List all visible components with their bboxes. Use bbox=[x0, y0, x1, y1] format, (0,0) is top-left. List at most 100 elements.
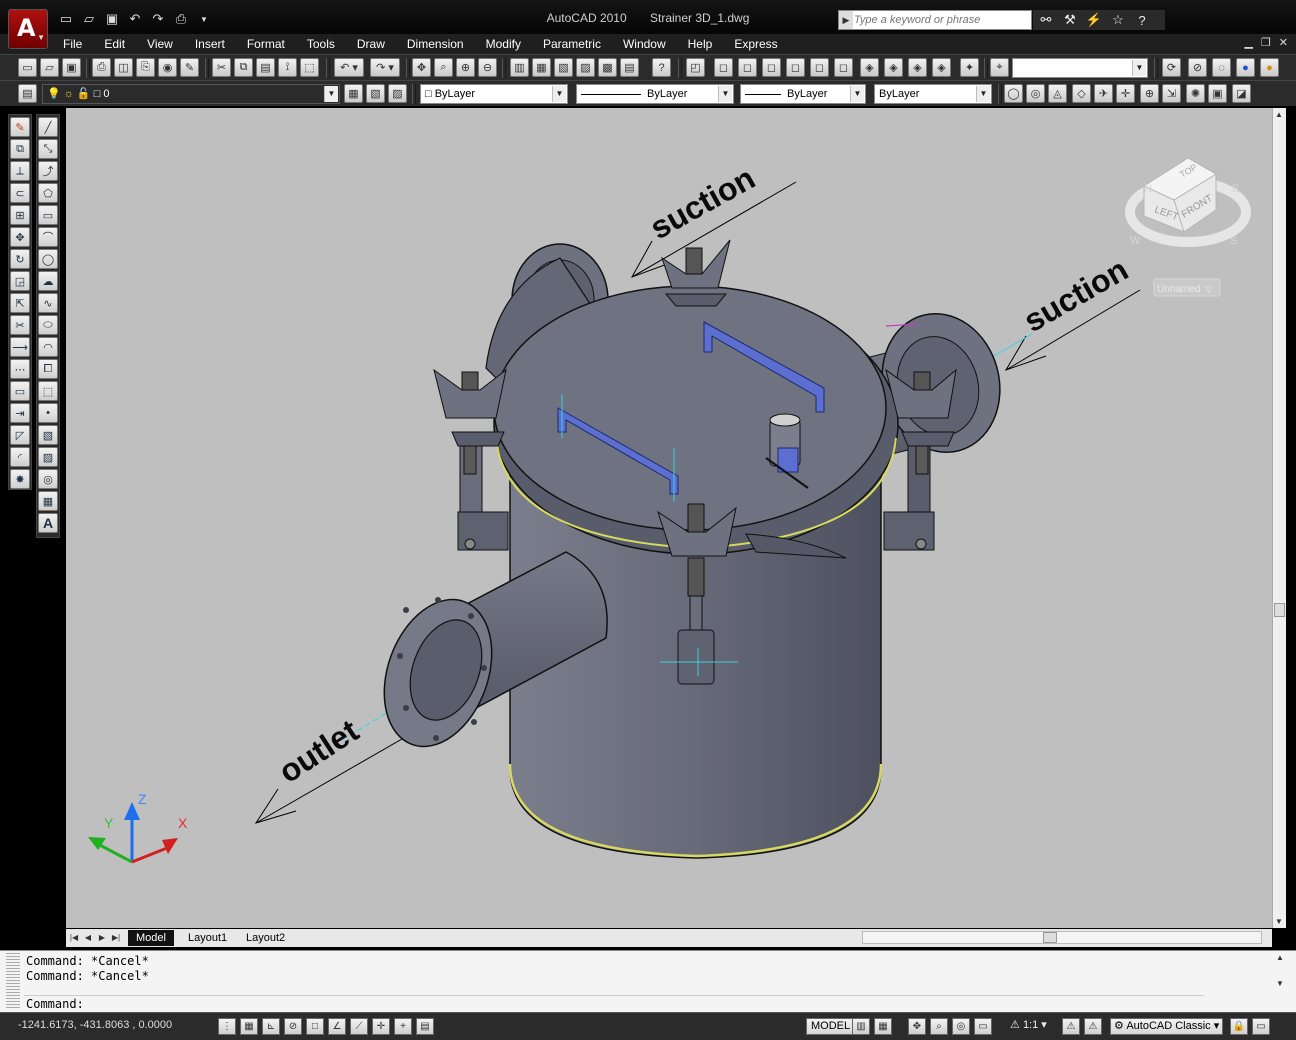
cut-icon[interactable]: ✂ bbox=[212, 58, 231, 77]
construction-line-icon[interactable]: ⤡ bbox=[38, 139, 58, 159]
clean-screen-icon[interactable]: ▭ bbox=[1252, 1018, 1270, 1035]
tab-layout1[interactable]: Layout1 bbox=[180, 930, 235, 946]
menu-modify[interactable]: Modify bbox=[475, 36, 532, 52]
extend-icon[interactable]: ⟶ bbox=[10, 337, 30, 357]
block-editor-icon[interactable]: ⬚ bbox=[300, 58, 319, 77]
model-space-button[interactable]: MODEL bbox=[806, 1018, 856, 1035]
allow-dynamic-ucs-icon[interactable]: ⟋ bbox=[350, 1018, 368, 1035]
showmotion-icon[interactable]: ▭ bbox=[974, 1018, 992, 1035]
linetype-combo[interactable]: ByLayer ▼ bbox=[576, 84, 734, 104]
menu-help[interactable]: Help bbox=[677, 36, 724, 52]
paste-icon[interactable]: ▤ bbox=[256, 58, 275, 77]
zoom-window-icon[interactable]: ⊕ bbox=[456, 58, 475, 77]
command-scrollbar[interactable]: ▲ ▼ bbox=[1276, 953, 1288, 993]
free-orbit-icon[interactable]: ◎ bbox=[1026, 84, 1045, 103]
view-back-icon[interactable]: ◻ bbox=[834, 58, 853, 77]
communication-center-icon[interactable]: ⚡ bbox=[1085, 12, 1103, 28]
ucs-world-icon[interactable]: ⌖ bbox=[990, 58, 1009, 77]
arc-icon[interactable]: ⌒ bbox=[38, 227, 58, 247]
cursor-coordinates[interactable]: -1241.6173, -431.8063 , 0.0000 bbox=[18, 1019, 172, 1031]
restore-icon[interactable]: ❐ bbox=[1261, 36, 1271, 49]
compass-west[interactable]: W bbox=[1130, 235, 1141, 247]
annotation-visibility-icon[interactable]: ⚠ bbox=[1062, 1018, 1080, 1035]
break-at-point-icon[interactable]: ⋯ bbox=[10, 359, 30, 379]
region-icon[interactable]: ◎ bbox=[38, 469, 58, 489]
view-front-icon[interactable]: ◻ bbox=[810, 58, 829, 77]
polygon-icon[interactable]: ⬠ bbox=[38, 183, 58, 203]
plotstyle-combo[interactable]: ByLayer ▼ bbox=[874, 84, 992, 104]
horizontal-scrollbar[interactable] bbox=[862, 931, 1262, 944]
ellipse-arc-icon[interactable]: ◠ bbox=[38, 337, 58, 357]
insert-block-icon[interactable]: ⧠ bbox=[38, 359, 58, 379]
match-properties-icon[interactable]: ⟟ bbox=[278, 58, 297, 77]
compass-north[interactable]: N bbox=[1144, 183, 1152, 195]
view-left-icon[interactable]: ◻ bbox=[762, 58, 781, 77]
menu-draw[interactable]: Draw bbox=[346, 36, 396, 52]
layer-previous-icon[interactable]: ▧ bbox=[366, 84, 385, 103]
quick-view-layouts-icon[interactable]: ▥ bbox=[852, 1018, 870, 1035]
binoculars-icon[interactable]: ⚯ bbox=[1037, 12, 1055, 28]
polar-tracking-icon[interactable]: ⊘ bbox=[284, 1018, 302, 1035]
publish-icon[interactable]: ⎘ bbox=[136, 58, 155, 77]
explode-icon[interactable]: ✸ bbox=[10, 469, 30, 489]
object-snap-icon[interactable]: □ bbox=[306, 1018, 324, 1035]
erase-icon[interactable]: ✎ bbox=[10, 117, 30, 137]
lights-icon[interactable]: ✺ bbox=[1186, 84, 1205, 103]
break-icon[interactable]: ▭ bbox=[10, 381, 30, 401]
point-icon[interactable]: • bbox=[38, 403, 58, 423]
auto-scale-icon[interactable]: ⚠ bbox=[1084, 1018, 1102, 1035]
qnew-icon[interactable]: ▭ bbox=[18, 58, 37, 77]
next-tab-icon[interactable]: ▶ bbox=[96, 931, 108, 944]
lineweight-toggle-icon[interactable]: + bbox=[394, 1018, 412, 1035]
horizontal-scroll-thumb[interactable] bbox=[1043, 932, 1057, 943]
ucs-combo[interactable]: ▼ bbox=[1012, 58, 1148, 78]
hidden-style-icon[interactable]: ◌ bbox=[1212, 58, 1231, 77]
line-icon[interactable]: ╱ bbox=[38, 117, 58, 137]
menu-express[interactable]: Express bbox=[723, 36, 788, 52]
design-center-icon[interactable]: ▦ bbox=[532, 58, 551, 77]
adjust-distance-icon[interactable]: ⇲ bbox=[1162, 84, 1181, 103]
scroll-up-icon[interactable]: ▲ bbox=[1275, 110, 1283, 119]
materials-icon[interactable]: ◪ bbox=[1232, 84, 1251, 103]
zoom-status-icon[interactable]: ⌕ bbox=[930, 1018, 948, 1035]
gradient-icon[interactable]: ▨ bbox=[38, 447, 58, 467]
view-bottom-icon[interactable]: ◻ bbox=[738, 58, 757, 77]
search-expand-icon[interactable]: ▶ bbox=[839, 11, 853, 29]
scroll-down-icon[interactable]: ▼ bbox=[1276, 979, 1284, 988]
pan-icon[interactable]: ✥ bbox=[412, 58, 431, 77]
ortho-mode-icon[interactable]: ⊾ bbox=[262, 1018, 280, 1035]
toolbar-lock-icon[interactable]: 🔒 bbox=[1230, 1018, 1248, 1035]
named-views-icon[interactable]: ◰ bbox=[686, 58, 705, 77]
menu-dimension[interactable]: Dimension bbox=[396, 36, 475, 52]
open-file-icon[interactable]: ▱ bbox=[40, 58, 59, 77]
drawing-viewport[interactable]: suction suction outlet TOP LEFT FRONT N … bbox=[66, 108, 1272, 928]
markup-icon[interactable]: ▩ bbox=[598, 58, 617, 77]
nw-iso-icon[interactable]: ◈ bbox=[932, 58, 951, 77]
redo-button[interactable]: ↷ ▾ bbox=[370, 58, 400, 77]
regen-icon[interactable]: ⟳ bbox=[1162, 58, 1181, 77]
plot-preview-icon[interactable]: ◫ bbox=[114, 58, 133, 77]
search-input[interactable] bbox=[854, 12, 1029, 28]
menu-insert[interactable]: Insert bbox=[184, 36, 236, 52]
layer-combo[interactable]: 💡 ☼ 🔓 □ 0 ▼ bbox=[42, 84, 340, 104]
make-block-icon[interactable]: ⬚ bbox=[38, 381, 58, 401]
realistic-style-icon[interactable]: ● bbox=[1236, 58, 1255, 77]
undo-button[interactable]: ↶ ▾ bbox=[334, 58, 364, 77]
rectangle-icon[interactable]: ▭ bbox=[38, 205, 58, 225]
strainer-3d-model[interactable] bbox=[365, 239, 1015, 859]
se-iso-icon[interactable]: ◈ bbox=[884, 58, 903, 77]
fillet-icon[interactable]: ◜ bbox=[10, 447, 30, 467]
rotate-icon[interactable]: ↻ bbox=[10, 249, 30, 269]
view-right-icon[interactable]: ◻ bbox=[786, 58, 805, 77]
fly-icon[interactable]: ✈ bbox=[1094, 84, 1113, 103]
revision-cloud-icon[interactable]: ☁ bbox=[38, 271, 58, 291]
array-icon[interactable]: ⊞ bbox=[10, 205, 30, 225]
menu-view[interactable]: View bbox=[136, 36, 184, 52]
color-combo[interactable]: □ ByLayer ▼ bbox=[420, 84, 568, 104]
stretch-icon[interactable]: ⇱ bbox=[10, 293, 30, 313]
copy-icon[interactable]: ⧉ bbox=[234, 58, 253, 77]
menu-window[interactable]: Window bbox=[612, 36, 677, 52]
conceptual-style-icon[interactable]: ● bbox=[1260, 58, 1279, 77]
ucs-menu-label[interactable]: Unnamed bbox=[1157, 284, 1200, 295]
command-window-grip[interactable] bbox=[6, 953, 20, 1009]
